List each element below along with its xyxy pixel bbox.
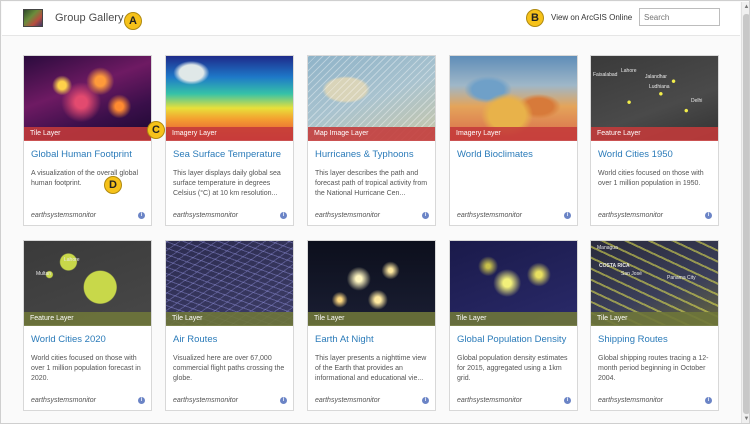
card-description: This layer displays daily global sea sur… xyxy=(173,170,281,197)
card-title-link[interactable]: Global Population Density xyxy=(457,334,575,345)
callout-b: B xyxy=(526,9,544,27)
map-label: Panama City xyxy=(667,275,696,281)
layer-type-label: Feature Layer xyxy=(24,312,151,326)
card-description: This layer presents a nighttime view of … xyxy=(315,355,427,382)
card-description: Visualized here are over 67,000 commerci… xyxy=(173,355,285,382)
info-icon[interactable]: i xyxy=(564,212,571,219)
info-icon[interactable]: i xyxy=(705,397,712,404)
map-label: Managua xyxy=(597,245,618,251)
card-owner: earthsystemsmonitor xyxy=(457,212,522,219)
card-description: This layer describes the path and foreca… xyxy=(315,170,428,197)
header: Group Gallery View on ArcGIS Online xyxy=(2,2,740,36)
gallery-card-air-routes[interactable]: Tile Layer Air Routes Visualized here ar… xyxy=(165,240,294,411)
layer-type-label: Tile Layer xyxy=(450,312,577,326)
card-description: World cities focused on those with over … xyxy=(31,355,141,382)
map-label: COSTA RICA xyxy=(599,263,630,269)
gallery-card-world-cities-1950[interactable]: Faisalabad Lahore Jalandhar Ludhiana Del… xyxy=(590,55,719,226)
layer-type-label: Imagery Layer xyxy=(166,127,293,141)
callout-c: C xyxy=(147,121,165,139)
card-title-link[interactable]: Global Human Footprint xyxy=(31,149,149,160)
card-title-link[interactable]: World Bioclimates xyxy=(457,149,575,160)
callout-a: A xyxy=(124,12,142,30)
info-icon[interactable]: i xyxy=(564,397,571,404)
card-owner: earthsystemsmonitor xyxy=(315,212,380,219)
card-owner: earthsystemsmonitor xyxy=(457,397,522,404)
card-title-link[interactable]: Hurricanes & Typhoons xyxy=(315,149,433,160)
card-description: World cities focused on those with over … xyxy=(598,170,704,187)
card-description xyxy=(457,169,573,207)
info-icon[interactable]: i xyxy=(422,212,429,219)
card-title-link[interactable]: World Cities 1950 xyxy=(598,149,716,160)
gallery-card-world-cities-2020[interactable]: Multan Lahore Feature Layer World Cities… xyxy=(23,240,152,411)
layer-type-label: Imagery Layer xyxy=(450,127,577,141)
info-icon[interactable]: i xyxy=(280,397,287,404)
card-owner: earthsystemsmonitor xyxy=(173,212,238,219)
info-icon[interactable]: i xyxy=(705,212,712,219)
app-window: Group Gallery View on ArcGIS Online Tile… xyxy=(0,0,750,424)
callout-d: D xyxy=(104,176,122,194)
card-owner: earthsystemsmonitor xyxy=(315,397,380,404)
info-icon[interactable]: i xyxy=(138,397,145,404)
card-description: Global population density estimates for … xyxy=(457,355,568,382)
gallery-card-sea-surface-temperature[interactable]: Imagery Layer Sea Surface Temperature Th… xyxy=(165,55,294,226)
search-input[interactable] xyxy=(639,8,720,26)
scroll-down-arrow-icon[interactable]: ▼ xyxy=(743,415,749,423)
view-on-arcgis-link[interactable]: View on ArcGIS Online xyxy=(551,13,632,22)
card-description: Global shipping routes tracing a 12-mont… xyxy=(598,355,709,382)
map-label: Lahore xyxy=(64,257,80,263)
card-owner: earthsystemsmonitor xyxy=(31,397,96,404)
group-logo[interactable] xyxy=(23,9,43,27)
map-label: Lahore xyxy=(621,68,637,74)
card-title-link[interactable]: Sea Surface Temperature xyxy=(173,149,291,160)
card-description: A visualization of the overall global hu… xyxy=(31,170,139,187)
page-title: Group Gallery xyxy=(55,12,124,24)
layer-type-label: Map Image Layer xyxy=(308,127,435,141)
gallery-card-earth-at-night[interactable]: Tile Layer Earth At Night This layer pre… xyxy=(307,240,436,411)
scrollbar-thumb[interactable] xyxy=(743,14,749,414)
card-owner: earthsystemsmonitor xyxy=(598,397,663,404)
info-icon[interactable]: i xyxy=(138,212,145,219)
map-label: San José xyxy=(621,271,642,277)
map-label: Multan xyxy=(36,271,52,277)
map-label: Delhi xyxy=(691,98,703,104)
card-owner: earthsystemsmonitor xyxy=(31,212,96,219)
vertical-scrollbar[interactable]: ▲ ▼ xyxy=(741,2,749,423)
map-label: Faisalabad xyxy=(593,72,618,78)
gallery-card-global-human-footprint[interactable]: Tile Layer Global Human Footprint A visu… xyxy=(23,55,152,226)
card-title-link[interactable]: Air Routes xyxy=(173,334,291,345)
scroll-up-arrow-icon[interactable]: ▲ xyxy=(743,3,749,11)
card-owner: earthsystemsmonitor xyxy=(598,212,663,219)
gallery-card-world-bioclimates[interactable]: Imagery Layer World Bioclimates earthsys… xyxy=(449,55,578,226)
layer-type-label: Feature Layer xyxy=(591,127,718,141)
layer-type-label: Tile Layer xyxy=(591,312,718,326)
gallery-card-global-population-density[interactable]: Tile Layer Global Population Density Glo… xyxy=(449,240,578,411)
card-title-link[interactable]: Shipping Routes xyxy=(598,334,716,345)
card-owner: earthsystemsmonitor xyxy=(173,397,238,404)
layer-type-label: Tile Layer xyxy=(308,312,435,326)
layer-type-label: Tile Layer xyxy=(24,127,151,141)
gallery-card-hurricanes-typhoons[interactable]: Map Image Layer Hurricanes & Typhoons Th… xyxy=(307,55,436,226)
map-label: Jalandhar xyxy=(645,74,667,80)
map-label: Ludhiana xyxy=(649,84,670,90)
info-icon[interactable]: i xyxy=(422,397,429,404)
card-title-link[interactable]: Earth At Night xyxy=(315,334,433,345)
info-icon[interactable]: i xyxy=(280,212,287,219)
gallery-card-shipping-routes[interactable]: Managua COSTA RICA San José Panama City … xyxy=(590,240,719,411)
card-title-link[interactable]: World Cities 2020 xyxy=(31,334,149,345)
layer-type-label: Tile Layer xyxy=(166,312,293,326)
